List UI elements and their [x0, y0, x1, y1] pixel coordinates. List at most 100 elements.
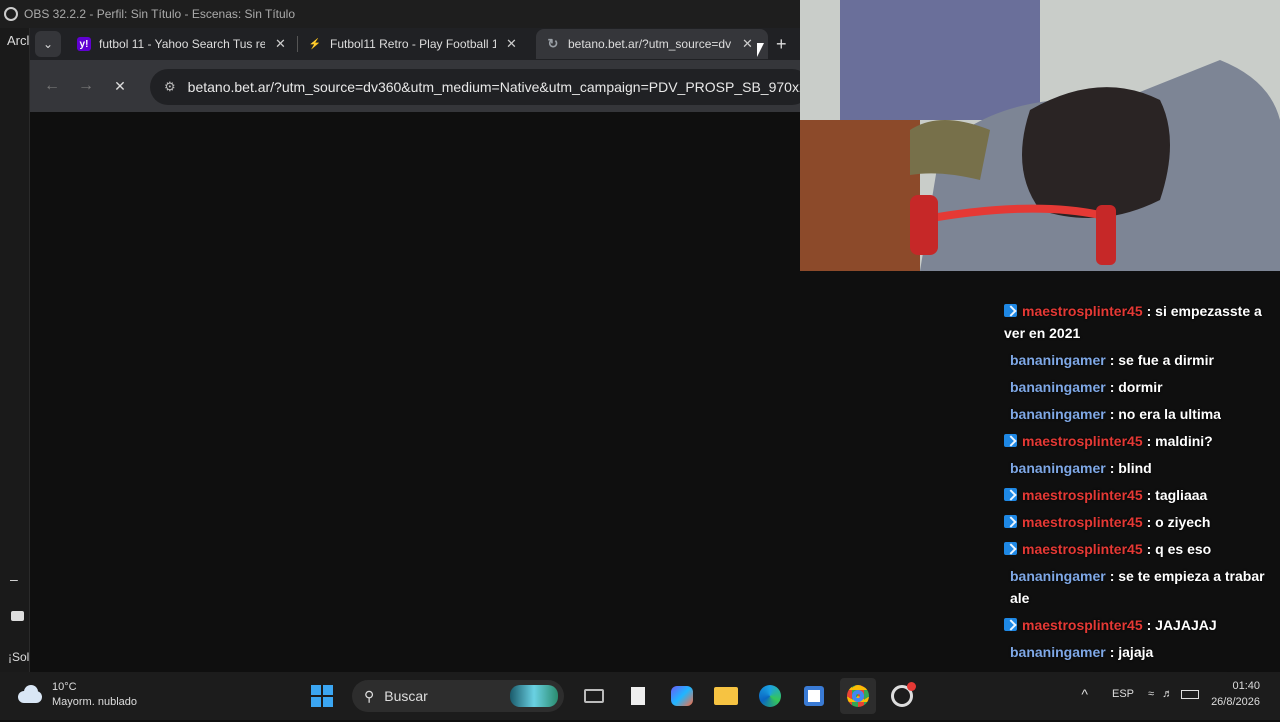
prime-badge-icon [1004, 542, 1017, 555]
futbol11-favicon-icon: ⚡ [308, 38, 322, 50]
weather-widget[interactable]: 10°C Mayorm. nublado [16, 680, 137, 710]
chat-text: : tagliaaa [1146, 487, 1208, 503]
chat-message: bananingamer: jajaja [1004, 641, 1276, 663]
file-icon[interactable] [620, 678, 656, 714]
cloud-sun-icon [16, 685, 44, 705]
search-highlight-icon [510, 685, 558, 707]
microsoft-365-icon[interactable] [664, 678, 700, 714]
file-explorer-icon[interactable] [708, 678, 744, 714]
tab-betano[interactable]: ↻ betano.bet.ar/?utm_source=dv ✕ [536, 29, 768, 59]
tab-title: betano.bet.ar/?utm_source=dv [568, 37, 732, 51]
chat-message: bananingamer: se te empieza a trabar ale [1004, 565, 1276, 609]
chat-message: maestrosplinter45: tagliaaa [1004, 484, 1276, 506]
mouse-cursor-icon [757, 43, 764, 57]
loading-spinner-icon: ↻ [547, 36, 559, 51]
chat-username[interactable]: maestrosplinter45 [1022, 433, 1143, 449]
battery-icon[interactable] [1181, 689, 1200, 699]
chrome-icon[interactable] [840, 678, 876, 714]
chat-username[interactable]: bananingamer [1010, 406, 1106, 422]
obs-menu-fragment[interactable]: Arcl [7, 33, 29, 48]
obs-bottom-fragment: ¡Sol [8, 650, 30, 664]
chat-username[interactable]: bananingamer [1010, 352, 1106, 368]
chat-username[interactable]: bananingamer [1010, 460, 1106, 476]
tab-futbol11-retro[interactable]: ⚡ Futbol11 Retro - Play Football 1 ✕ [298, 29, 530, 59]
tab-yahoo-search[interactable]: y! futbol 11 - Yahoo Search Tus re ✕ [67, 29, 297, 59]
chat-text: : o ziyech [1146, 514, 1211, 530]
chat-username[interactable]: maestrosplinter45 [1022, 541, 1143, 557]
obs-title-bar: OBS 32.2.2 - Perfil: Sin Título - Escena… [0, 0, 800, 28]
tab-search-button[interactable]: ⌄ [35, 31, 61, 57]
chat-username[interactable]: maestrosplinter45 [1022, 514, 1143, 530]
windows-taskbar: 10°C Mayorm. nublado ⚲ Buscar ^ ESP ≈ ♬ … [0, 672, 1280, 720]
time: 01:40 [1232, 680, 1260, 692]
close-tab-icon[interactable]: ✕ [506, 36, 517, 52]
close-tab-icon[interactable]: ✕ [742, 36, 753, 52]
yahoo-favicon-icon: y! [77, 37, 91, 51]
obs-left-panel: Arcl – ¡Sol [0, 28, 30, 672]
start-button[interactable] [304, 678, 340, 714]
prime-badge-icon [1004, 434, 1017, 447]
chat-message: bananingamer: blind [1004, 457, 1276, 479]
chat-text: : dormir [1109, 379, 1163, 395]
volume-icon[interactable]: ♬ [1162, 688, 1173, 700]
browser-toolbar: ← → ✕ ⚙ betano.bet.ar/?utm_source=dv360&… [30, 60, 810, 112]
stop-loading-button[interactable]: ✕ [103, 69, 137, 103]
chat-message: bananingamer: se fue a dirmir [1004, 349, 1276, 371]
microsoft-store-icon[interactable] [796, 678, 832, 714]
new-tab-button[interactable]: + [776, 34, 787, 55]
chat-text: : maldini? [1146, 433, 1213, 449]
browser-tab-strip: ⌄ y! futbol 11 - Yahoo Search Tus re ✕ ⚡… [30, 28, 800, 60]
clock[interactable]: 01:40 26/8/2026 [1211, 678, 1260, 710]
chat-text: : se fue a dirmir [1109, 352, 1214, 368]
chat-message: bananingamer: no era la ultima [1004, 403, 1276, 425]
chat-text: : jajaja [1109, 644, 1154, 660]
chat-text: : JAJAJAJ [1146, 617, 1217, 633]
weather-condition: Mayorm. nublado [52, 696, 137, 708]
page-viewport [30, 112, 800, 672]
prime-badge-icon [1004, 488, 1017, 501]
chat-message: maestrosplinter45: q es eso [1004, 538, 1276, 560]
chat-text: : blind [1109, 460, 1152, 476]
chat-overlay: maestrosplinter45: si empezasste a ver e… [1004, 300, 1276, 722]
temperature: 10°C [52, 681, 77, 693]
tab-title: Futbol11 Retro - Play Football 1 [330, 37, 496, 51]
obs-studio-icon[interactable] [884, 678, 920, 714]
url-text[interactable]: betano.bet.ar/?utm_source=dv360&utm_medi… [188, 79, 810, 95]
search-icon: ⚲ [364, 687, 375, 704]
chat-message: maestrosplinter45: si empezasste a ver e… [1004, 300, 1276, 344]
chat-message: maestrosplinter45: o ziyech [1004, 511, 1276, 533]
tab-title: futbol 11 - Yahoo Search Tus re [99, 37, 265, 51]
chat-text: : no era la ultima [1109, 406, 1221, 422]
chat-text: : q es eso [1146, 541, 1212, 557]
chat-username[interactable]: bananingamer [1010, 568, 1106, 584]
chat-message: maestrosplinter45: JAJAJAJ [1004, 614, 1276, 636]
webcam-feed [800, 0, 1280, 271]
obs-title-text: OBS 32.2.2 - Perfil: Sin Título - Escena… [24, 7, 296, 21]
chat-message: bananingamer: dormir [1004, 376, 1276, 398]
windows-logo-icon [311, 685, 333, 707]
taskbar-search[interactable]: ⚲ Buscar [352, 680, 564, 712]
task-view-icon[interactable] [576, 678, 612, 714]
language-indicator[interactable]: ESP [1112, 688, 1134, 700]
site-settings-icon[interactable]: ⚙ [164, 79, 176, 95]
camera-icon[interactable] [11, 611, 24, 621]
obs-remove-icon[interactable]: – [10, 571, 18, 587]
close-tab-icon[interactable]: ✕ [275, 36, 286, 52]
system-tray: ^ ESP ≈ ♬ 01:40 26/8/2026 [1081, 678, 1260, 710]
edge-icon[interactable] [752, 678, 788, 714]
chat-username[interactable]: maestrosplinter45 [1022, 617, 1143, 633]
address-bar[interactable]: ⚙ betano.bet.ar/?utm_source=dv360&utm_me… [150, 69, 810, 105]
forward-button[interactable]: → [69, 69, 103, 103]
prime-badge-icon [1004, 304, 1017, 317]
webcam-image [800, 0, 1280, 271]
tray-chevron-icon[interactable]: ^ [1081, 686, 1088, 702]
chat-username[interactable]: maestrosplinter45 [1022, 487, 1143, 503]
chat-username[interactable]: maestrosplinter45 [1022, 303, 1143, 319]
obs-logo-icon [4, 7, 18, 21]
back-button[interactable]: ← [35, 69, 69, 103]
wifi-icon[interactable]: ≈ [1148, 688, 1154, 700]
search-placeholder: Buscar [384, 688, 428, 704]
chat-message: maestrosplinter45: maldini? [1004, 430, 1276, 452]
chat-username[interactable]: bananingamer [1010, 644, 1106, 660]
chat-username[interactable]: bananingamer [1010, 379, 1106, 395]
